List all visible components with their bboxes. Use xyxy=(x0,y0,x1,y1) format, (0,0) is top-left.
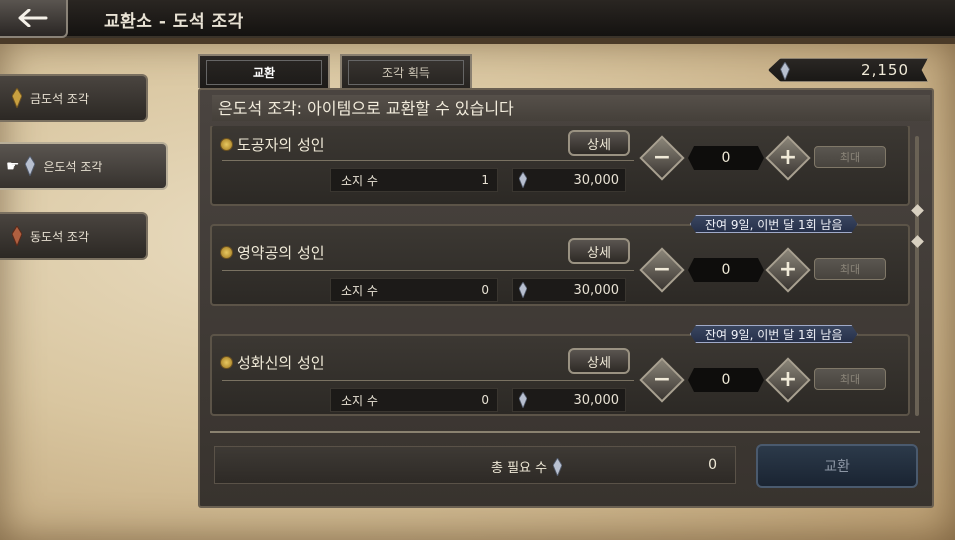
scrollbar-track[interactable] xyxy=(915,136,919,416)
list-item: 영약공의 성인 상세 소지 수 0 30,000 − 0 + 최대 xyxy=(210,224,910,306)
category-gold-fragment[interactable]: 금도석 조각 xyxy=(0,74,148,122)
item-list[interactable]: 도공자의 성인 상세 소지 수 1 30,000 − 0 + 최대 영약공의 성… xyxy=(210,126,910,430)
plus-icon: + xyxy=(778,145,798,170)
bronze-gem-icon xyxy=(12,226,22,246)
plus-icon: + xyxy=(778,367,798,392)
item-name: 영약공의 성인 xyxy=(220,242,325,263)
seal-icon xyxy=(220,138,233,151)
silver-gem-icon xyxy=(25,156,36,176)
total-label-group: 총 필요 수 xyxy=(491,457,563,476)
owned-value: 1 xyxy=(481,173,489,187)
quantity-field[interactable]: 0 xyxy=(688,368,764,392)
pointing-hand-icon: ☛ xyxy=(6,157,20,175)
price: 30,000 xyxy=(512,278,626,302)
list-item: 성화신의 성인 상세 소지 수 0 30,000 − 0 + 최대 xyxy=(210,334,910,416)
quantity-field[interactable]: 0 xyxy=(688,146,764,170)
owned-count: 소지 수 0 xyxy=(330,388,498,412)
gold-gem-icon xyxy=(12,88,22,108)
max-button[interactable]: 최대 xyxy=(814,368,886,390)
plus-icon: + xyxy=(778,257,798,282)
seal-icon xyxy=(220,246,233,259)
detail-button[interactable]: 상세 xyxy=(568,238,630,264)
quantity-field[interactable]: 0 xyxy=(688,258,764,282)
minus-icon: − xyxy=(652,367,672,392)
price-value: 30,000 xyxy=(573,172,620,188)
list-item: 도공자의 성인 상세 소지 수 1 30,000 − 0 + 최대 xyxy=(210,126,910,206)
minus-icon: − xyxy=(652,145,672,170)
tab-fragment-acquire[interactable]: 조각 획득 xyxy=(340,54,472,88)
owned-label: 소지 수 xyxy=(341,283,378,298)
price-value: 30,000 xyxy=(573,392,620,408)
divider xyxy=(222,270,634,271)
silver-gem-icon xyxy=(519,282,527,298)
tab-label: 교환 xyxy=(206,59,322,85)
max-button[interactable]: 최대 xyxy=(814,258,886,280)
owned-value: 0 xyxy=(481,283,489,297)
category-silver-fragment[interactable]: ☛ 은도석 조각 xyxy=(0,142,168,190)
frame-border xyxy=(0,38,955,44)
currency-amount: 2,150 xyxy=(861,61,909,79)
item-name-text: 성화신의 성인 xyxy=(237,354,325,372)
tab-exchange[interactable]: 교환 xyxy=(198,54,330,88)
divider xyxy=(222,380,634,381)
max-button[interactable]: 최대 xyxy=(814,146,886,168)
top-bar: 교환소 - 도석 조각 xyxy=(0,0,955,38)
silver-gem-icon xyxy=(780,62,790,80)
price: 30,000 xyxy=(512,168,626,192)
seal-icon xyxy=(220,356,233,369)
back-button[interactable] xyxy=(0,0,68,38)
price: 30,000 xyxy=(512,388,626,412)
silver-gem-icon xyxy=(519,392,527,408)
page-title: 교환소 - 도석 조각 xyxy=(104,12,244,32)
limit-badge: 잔여 9일, 이번 달 1회 남음 xyxy=(690,325,858,343)
category-label: 금도석 조각 xyxy=(30,91,90,106)
divider xyxy=(222,160,634,161)
scrollbar-thumb[interactable] xyxy=(910,204,924,248)
total-required: 총 필요 수 0 xyxy=(214,446,736,484)
item-name-text: 도공자의 성인 xyxy=(237,136,325,154)
back-arrow-icon xyxy=(18,9,48,27)
owned-label: 소지 수 xyxy=(341,173,378,188)
owned-count: 소지 수 1 xyxy=(330,168,498,192)
total-value: 0 xyxy=(708,457,717,473)
price-value: 30,000 xyxy=(573,282,620,298)
silver-gem-icon xyxy=(553,457,563,476)
owned-value: 0 xyxy=(481,393,489,407)
detail-button[interactable]: 상세 xyxy=(568,348,630,374)
item-name-text: 영약공의 성인 xyxy=(237,244,325,262)
limit-badge: 잔여 9일, 이번 달 1회 남음 xyxy=(690,215,858,233)
detail-button[interactable]: 상세 xyxy=(568,130,630,156)
panel-subheader: 은도석 조각: 아이템으로 교환할 수 있습니다 xyxy=(212,95,930,121)
category-label: 은도석 조각 xyxy=(43,159,103,174)
tab-label: 조각 획득 xyxy=(348,59,464,85)
silver-gem-icon xyxy=(519,172,527,188)
owned-label: 소지 수 xyxy=(341,393,378,408)
divider xyxy=(210,431,920,433)
minus-icon: − xyxy=(652,257,672,282)
item-name: 성화신의 성인 xyxy=(220,352,325,373)
currency-display: 2,150 xyxy=(768,58,928,82)
exchange-button[interactable]: 교환 xyxy=(756,444,918,488)
owned-count: 소지 수 0 xyxy=(330,278,498,302)
total-label: 총 필요 수 xyxy=(491,461,548,476)
item-name: 도공자의 성인 xyxy=(220,134,325,155)
category-bronze-fragment[interactable]: 동도석 조각 xyxy=(0,212,148,260)
category-label: 동도석 조각 xyxy=(30,229,90,244)
